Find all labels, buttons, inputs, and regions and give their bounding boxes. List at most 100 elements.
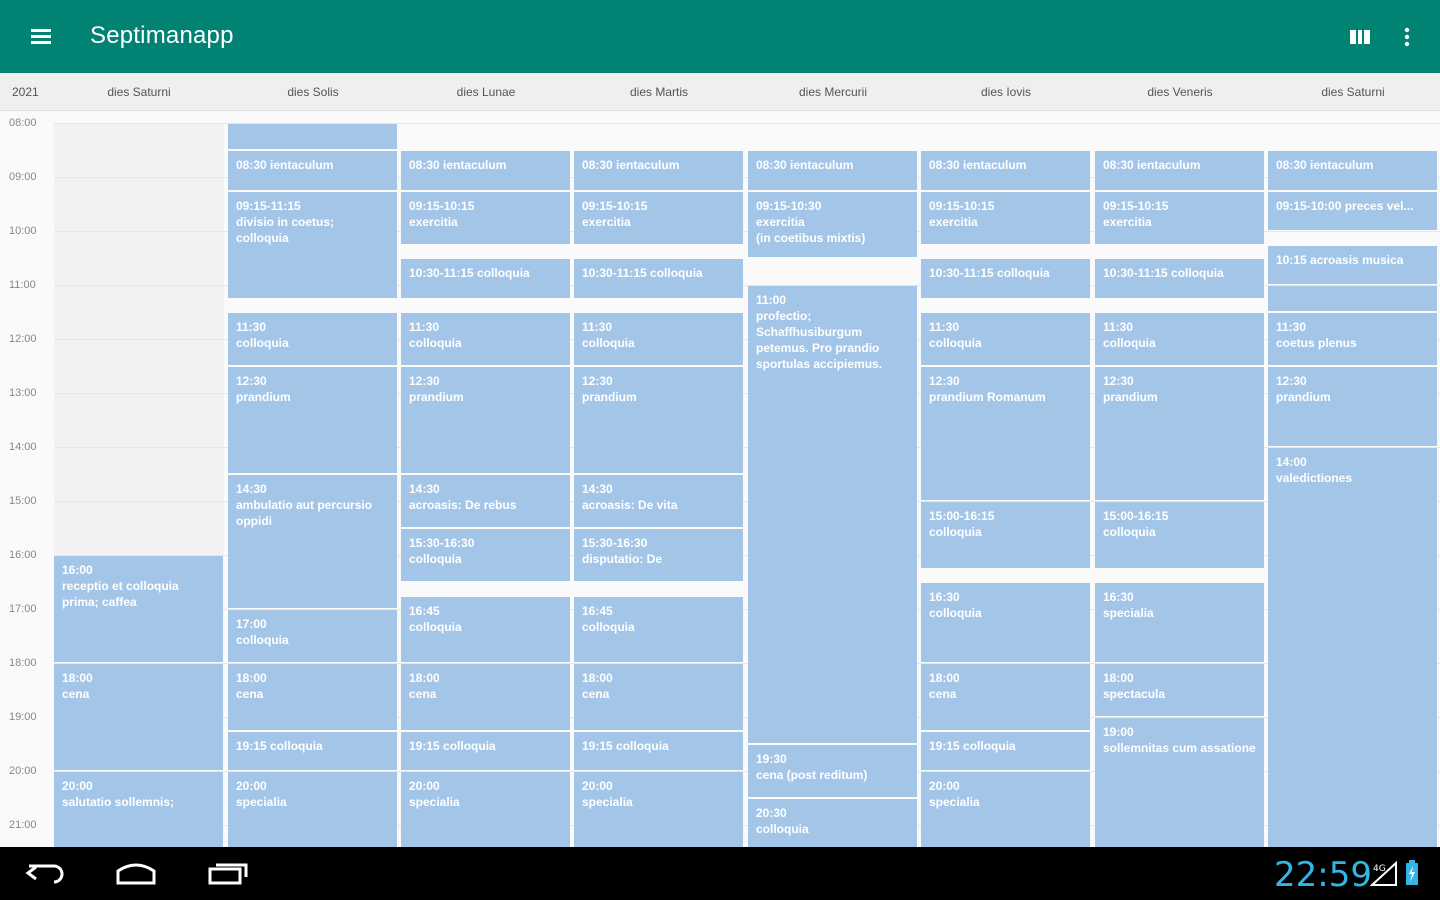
year-label: 2021: [12, 85, 39, 99]
day-header[interactable]: dies Lunae: [411, 85, 561, 99]
event-block[interactable]: 11:30 colloquia: [921, 313, 1090, 365]
event-block[interactable]: 11:30 colloquia: [1095, 313, 1264, 365]
recent-apps-icon[interactable]: [204, 857, 252, 894]
event-block[interactable]: 19:15 colloquia: [228, 731, 397, 770]
more-options-icon[interactable]: [1395, 22, 1419, 52]
hour-label: 19:00: [9, 711, 37, 723]
event-block[interactable]: 09:15-10:15 exercitia: [921, 191, 1090, 244]
event-block[interactable]: 15:30-16:30 disputatio: De: [574, 529, 743, 581]
event-block[interactable]: 08:30 ientaculum: [748, 151, 917, 190]
hour-label: 10:00: [9, 225, 37, 237]
event-block[interactable]: 14:00 valedictiones: [1268, 448, 1437, 847]
event-block[interactable]: 10:30-11:15 colloquia: [401, 259, 570, 298]
event-block[interactable]: 11:30 colloquia: [228, 313, 397, 365]
event-block[interactable]: 12:30 prandium: [228, 367, 397, 473]
event-block[interactable]: 20:00 specialia: [574, 772, 743, 847]
event-block[interactable]: 20:00 specialia: [228, 772, 397, 847]
day-header[interactable]: dies Saturni: [64, 85, 214, 99]
event-block[interactable]: [1268, 286, 1437, 311]
event-block[interactable]: 18:00 cena: [54, 664, 223, 770]
event-block[interactable]: 11:00 profectio; Schaffhusiburgum petemu…: [748, 286, 917, 743]
event-block[interactable]: 09:15-10:30 exercitia (in coetibus mixti…: [748, 191, 917, 257]
event-block[interactable]: 16:30 colloquia: [921, 583, 1090, 662]
event-block[interactable]: 14:30 acroasis: De rebus: [401, 475, 570, 527]
event-block[interactable]: 10:30-11:15 colloquia: [574, 259, 743, 298]
event-block[interactable]: 11:30 colloquia: [401, 313, 570, 365]
network-type-label: 4G: [1373, 864, 1386, 874]
event-block[interactable]: 08:30 ientaculum: [1095, 151, 1264, 190]
day-header[interactable]: dies Saturni: [1278, 85, 1428, 99]
event-block[interactable]: 12:30 prandium: [1095, 367, 1264, 500]
hour-label: 20:00: [9, 765, 37, 777]
hour-label: 17:00: [9, 603, 37, 615]
week-header: 2021 dies Saturni dies Solis dies Lunae die…: [0, 73, 1440, 111]
event-block[interactable]: 16:45 colloquia: [401, 596, 570, 662]
event-block[interactable]: 18:00 spectacula: [1095, 664, 1264, 716]
event-block[interactable]: 20:30 colloquia: [748, 799, 917, 847]
event-block[interactable]: 11:30 coetus plenus: [1268, 313, 1437, 365]
event-block[interactable]: 10:15 acroasis musica: [1268, 245, 1437, 284]
event-block[interactable]: 14:30 ambulatio aut percursio oppidi: [228, 475, 397, 608]
day-header[interactable]: dies Martis: [584, 85, 734, 99]
event-block[interactable]: 15:00-16:15 colloquia: [921, 502, 1090, 568]
hour-label: 15:00: [9, 495, 37, 507]
hour-label: 21:00: [9, 819, 37, 831]
event-block[interactable]: 18:00 cena: [228, 664, 397, 730]
menu-icon[interactable]: [22, 20, 60, 54]
event-block[interactable]: 12:30 prandium: [1268, 367, 1437, 446]
event-block[interactable]: 14:30 acroasis: De vita: [574, 475, 743, 527]
hour-label: 11:00: [9, 279, 36, 291]
event-block[interactable]: 17:00 colloquia: [228, 610, 397, 662]
schedule-grid: 08:00 09:00 10:00 11:00 12:00 13:00 14:00 15:00…: [0, 111, 1440, 847]
event-block[interactable]: 09:15-11:15 divisio in coetus; colloquia: [228, 191, 397, 298]
hour-label: 12:00: [9, 333, 37, 345]
event-block[interactable]: 08:30 ientaculum: [228, 151, 397, 190]
event-block[interactable]: 10:30-11:15 colloquia: [1095, 259, 1264, 298]
event-block[interactable]: 08:30 ientaculum: [401, 151, 570, 190]
event-block[interactable]: 15:30-16:30 colloquia: [401, 529, 570, 581]
event-block[interactable]: 20:00 salutatio sollemnis;: [54, 772, 223, 847]
event-block[interactable]: 19:15 colloquia: [401, 731, 570, 770]
app-bar: Septimanapp: [0, 0, 1440, 73]
day-header[interactable]: dies Solis: [238, 85, 388, 99]
status-clock: 22:59: [1274, 855, 1372, 895]
event-block[interactable]: 16:00 receptio et colloquia prima; caffe…: [54, 556, 223, 662]
event-block[interactable]: 18:00 cena: [574, 664, 743, 730]
event-block[interactable]: [228, 124, 397, 149]
event-block[interactable]: 20:00 specialia: [921, 772, 1090, 847]
home-icon[interactable]: [112, 857, 160, 894]
event-block[interactable]: 18:00 cena: [921, 664, 1090, 730]
event-block[interactable]: 16:45 colloquia: [574, 596, 743, 662]
event-block[interactable]: 12:30 prandium Romanum: [921, 367, 1090, 500]
event-block[interactable]: 20:00 specialia: [401, 772, 570, 847]
event-block[interactable]: 09:15-10:15 exercitia: [1095, 191, 1264, 244]
back-icon[interactable]: [24, 857, 68, 894]
event-block[interactable]: 15:00-16:15 colloquia: [1095, 502, 1264, 568]
event-block[interactable]: 08:30 ientaculum: [574, 151, 743, 190]
event-block[interactable]: 16:30 specialia: [1095, 583, 1264, 662]
event-block[interactable]: 09:15-10:00 preces vel...: [1268, 191, 1437, 230]
event-block[interactable]: 19:00 sollemnitas cum assatione: [1095, 718, 1264, 847]
event-block[interactable]: 08:30 ientaculum: [921, 151, 1090, 190]
day-header[interactable]: dies Iovis: [931, 85, 1081, 99]
system-nav-bar: 22:59 4G: [0, 847, 1440, 900]
view-columns-icon[interactable]: [1346, 24, 1374, 50]
event-block[interactable]: 08:30 ientaculum: [1268, 151, 1437, 190]
day-header[interactable]: dies Mercurii: [758, 85, 908, 99]
hour-label: 09:00: [9, 171, 37, 183]
hour-label: 14:00: [9, 441, 37, 453]
event-block[interactable]: 12:30 prandium: [401, 367, 570, 473]
event-block[interactable]: 09:15-10:15 exercitia: [574, 191, 743, 244]
day-header[interactable]: dies Veneris: [1105, 85, 1255, 99]
hour-label: 13:00: [9, 387, 37, 399]
event-block[interactable]: 19:30 cena (post reditum): [748, 745, 917, 797]
event-block[interactable]: 11:30 colloquia: [574, 313, 743, 365]
event-block[interactable]: 19:15 colloquia: [921, 731, 1090, 770]
hour-label: 08:00: [9, 117, 37, 129]
event-block[interactable]: 18:00 cena: [401, 664, 570, 730]
event-block[interactable]: 09:15-10:15 exercitia: [401, 191, 570, 244]
signal-icon: 4G: [1369, 860, 1400, 892]
event-block[interactable]: 19:15 colloquia: [574, 731, 743, 770]
event-block[interactable]: 12:30 prandium: [574, 367, 743, 473]
event-block[interactable]: 10:30-11:15 colloquia: [921, 259, 1090, 298]
